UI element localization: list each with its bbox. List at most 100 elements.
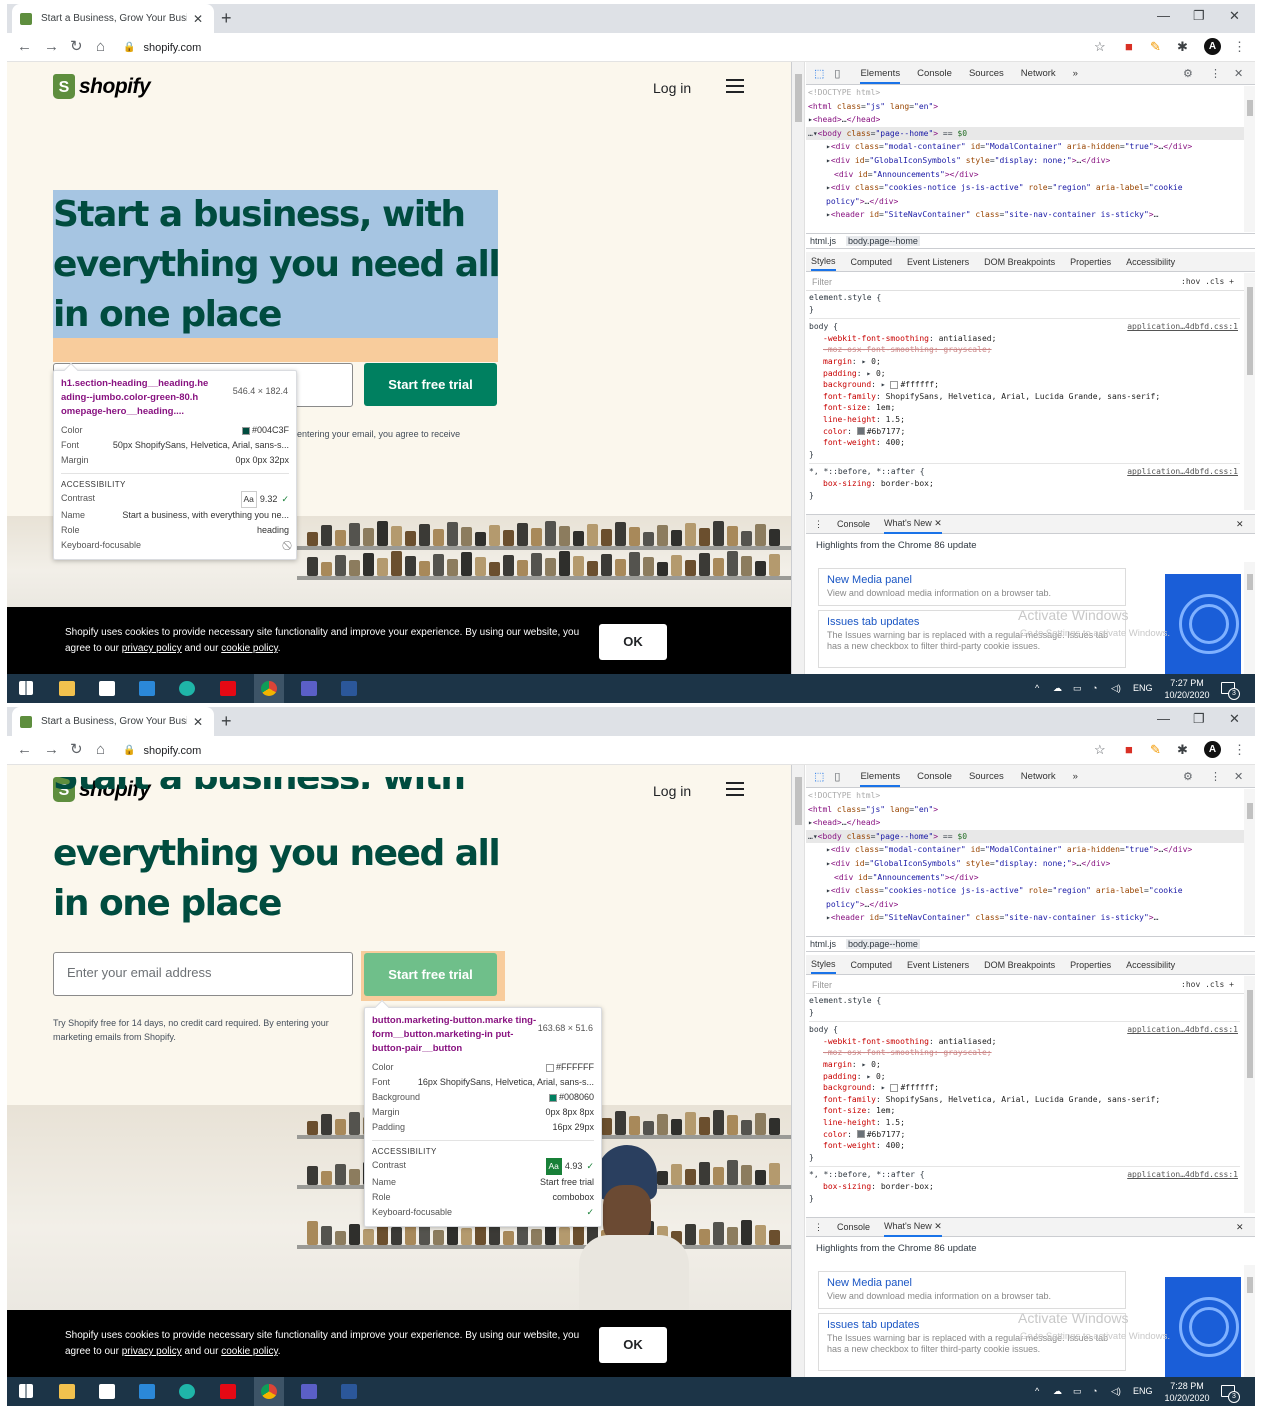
menu-kebab-icon[interactable]: ⋮ xyxy=(1233,741,1246,759)
close-tab-icon[interactable]: ✕ xyxy=(193,12,203,26)
word-icon[interactable] xyxy=(341,681,357,696)
reload-icon[interactable]: ↻ xyxy=(70,741,83,759)
wifi-icon[interactable]: ◔ xyxy=(1092,674,1097,703)
browser-tab[interactable]: Start a Business, Grow Your Busir ✕ xyxy=(12,707,214,736)
breadcrumb-body[interactable]: body.page--home xyxy=(846,939,920,949)
tab-console[interactable]: Console xyxy=(917,68,952,79)
styles-pane[interactable]: element.style { } body { application…4db… xyxy=(806,292,1240,510)
maximize-icon[interactable]: ❐ xyxy=(1193,8,1205,24)
close-window-icon[interactable]: ✕ xyxy=(1229,711,1240,727)
breadcrumb-html[interactable]: html.js xyxy=(810,236,836,246)
battery-icon[interactable]: ▭ xyxy=(1073,1377,1082,1406)
drawer-tab-console[interactable]: Console xyxy=(837,1222,870,1232)
onedrive-icon[interactable]: ☁ xyxy=(1053,674,1062,703)
mail-icon[interactable] xyxy=(139,1384,155,1399)
login-link[interactable]: Log in xyxy=(653,783,691,799)
cookie-policy-link[interactable]: cookie policy xyxy=(221,643,278,654)
extension-tool-icon[interactable]: ✎ xyxy=(1150,741,1161,759)
hamburger-menu-icon[interactable] xyxy=(726,79,744,93)
drawer-close-icon[interactable]: ✕ xyxy=(1236,519,1244,530)
tab-more[interactable]: » xyxy=(1073,68,1078,79)
filter-actions[interactable]: :hov .cls + xyxy=(1181,980,1234,989)
battery-icon[interactable]: ▭ xyxy=(1073,674,1082,703)
start-windows-icon[interactable] xyxy=(19,681,33,695)
page-scrollbar[interactable] xyxy=(792,62,805,674)
extensions-puzzle-icon[interactable]: ✱ xyxy=(1177,38,1188,56)
close-window-icon[interactable]: ✕ xyxy=(1229,8,1240,24)
new-tab-button[interactable]: + xyxy=(221,711,232,731)
privacy-policy-link[interactable]: privacy policy xyxy=(122,1346,182,1357)
devtools-close-icon[interactable]: ✕ xyxy=(1234,770,1243,783)
system-clock[interactable]: 7:28 PM 10/20/2020 xyxy=(1159,1380,1215,1404)
bookmark-star-icon[interactable]: ☆ xyxy=(1094,38,1106,56)
edge-icon[interactable] xyxy=(179,681,195,696)
breadcrumb-html[interactable]: html.js xyxy=(810,939,836,949)
drawer-tab-console[interactable]: Console xyxy=(837,519,870,529)
address-bar[interactable]: 🔒 shopify.com xyxy=(123,37,1133,58)
mail-icon[interactable] xyxy=(139,681,155,696)
extensions-puzzle-icon[interactable]: ✱ xyxy=(1177,741,1188,759)
profile-avatar[interactable]: A xyxy=(1204,741,1221,758)
devtools-menu-icon[interactable]: ⋮ xyxy=(1210,770,1221,783)
netflix-icon[interactable] xyxy=(220,1384,236,1399)
card-new-media-panel[interactable]: New Media panel View and download media … xyxy=(818,1271,1126,1309)
notification-icon[interactable] xyxy=(1221,682,1240,700)
reload-icon[interactable]: ↻ xyxy=(70,38,83,56)
store-icon[interactable] xyxy=(99,681,115,696)
drawer-tab-whats-new[interactable]: What's New ✕ xyxy=(884,1221,942,1237)
tab-network[interactable]: Network xyxy=(1021,68,1056,79)
home-icon[interactable]: ⌂ xyxy=(96,38,105,56)
tab-properties[interactable]: Properties xyxy=(1070,960,1111,970)
device-toolbar-icon[interactable]: ▯ xyxy=(834,770,840,783)
drawer-tab-whats-new[interactable]: What's New ✕ xyxy=(884,518,942,534)
inspect-element-icon[interactable]: ⬚ xyxy=(814,67,824,80)
styles-filter-input[interactable]: Filter :hov .cls + xyxy=(806,976,1244,994)
language-indicator[interactable]: ENG xyxy=(1133,1377,1153,1406)
tab-accessibility[interactable]: Accessibility xyxy=(1126,960,1175,970)
page-scrollbar[interactable] xyxy=(792,765,805,1377)
drawer-menu-icon[interactable]: ⋮ xyxy=(814,519,823,530)
maximize-icon[interactable]: ❐ xyxy=(1193,711,1205,727)
forward-icon[interactable]: → xyxy=(44,38,59,56)
hamburger-menu-icon[interactable] xyxy=(726,782,744,796)
teams-icon[interactable] xyxy=(301,1384,317,1399)
tab-computed[interactable]: Computed xyxy=(851,257,893,267)
store-icon[interactable] xyxy=(99,1384,115,1399)
cookie-ok-button[interactable]: OK xyxy=(599,1327,667,1363)
tab-dom-breakpoints[interactable]: DOM Breakpoints xyxy=(984,257,1055,267)
show-hidden-icons[interactable]: ^ xyxy=(1035,674,1039,703)
show-hidden-icons[interactable]: ^ xyxy=(1035,1377,1039,1406)
login-link[interactable]: Log in xyxy=(653,80,691,96)
cookie-ok-button[interactable]: OK xyxy=(599,624,667,660)
inspect-element-icon[interactable]: ⬚ xyxy=(814,770,824,783)
device-toolbar-icon[interactable]: ▯ xyxy=(834,67,840,80)
file-explorer-icon[interactable] xyxy=(59,1384,75,1399)
bookmark-star-icon[interactable]: ☆ xyxy=(1094,741,1106,759)
tab-accessibility[interactable]: Accessibility xyxy=(1126,257,1175,267)
tab-network[interactable]: Network xyxy=(1021,771,1056,782)
devtools-menu-icon[interactable]: ⋮ xyxy=(1210,67,1221,80)
minimize-icon[interactable]: — xyxy=(1157,8,1170,23)
tab-more[interactable]: » xyxy=(1073,771,1078,782)
volume-icon[interactable]: ◁) xyxy=(1111,1377,1121,1406)
back-icon[interactable]: ← xyxy=(17,741,32,759)
system-clock[interactable]: 7:27 PM 10/20/2020 xyxy=(1159,677,1215,701)
drawer-menu-icon[interactable]: ⋮ xyxy=(814,1222,823,1233)
tab-properties[interactable]: Properties xyxy=(1070,257,1111,267)
menu-kebab-icon[interactable]: ⋮ xyxy=(1233,38,1246,56)
tab-elements[interactable]: Elements xyxy=(860,68,901,84)
edge-icon[interactable] xyxy=(179,1384,195,1399)
tab-sources[interactable]: Sources xyxy=(969,68,1004,79)
tab-console[interactable]: Console xyxy=(917,771,952,782)
back-icon[interactable]: ← xyxy=(17,38,32,56)
language-indicator[interactable]: ENG xyxy=(1133,674,1153,703)
minimize-icon[interactable]: — xyxy=(1157,711,1170,726)
chrome-icon[interactable] xyxy=(261,1384,277,1399)
breadcrumb-body[interactable]: body.page--home xyxy=(846,236,920,246)
tab-styles[interactable]: Styles xyxy=(811,959,836,974)
tab-event-listeners[interactable]: Event Listeners xyxy=(907,960,969,970)
tab-dom-breakpoints[interactable]: DOM Breakpoints xyxy=(984,960,1055,970)
settings-gear-icon[interactable]: ⚙ xyxy=(1183,770,1193,783)
start-windows-icon[interactable] xyxy=(19,1384,33,1398)
tab-elements[interactable]: Elements xyxy=(860,771,901,787)
